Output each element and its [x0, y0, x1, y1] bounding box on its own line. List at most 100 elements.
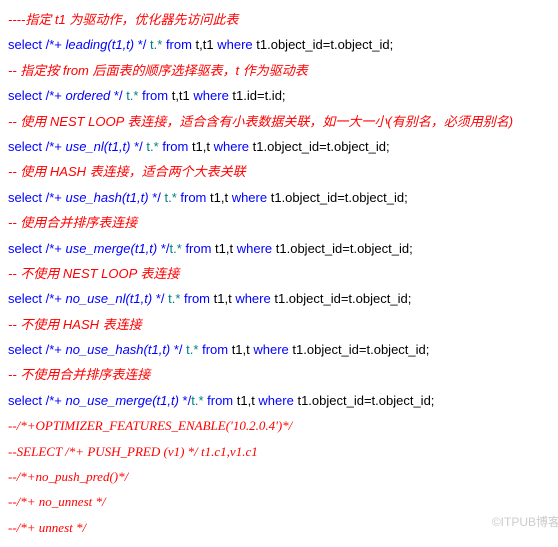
hint-close: */ — [179, 393, 191, 408]
sql-keyword-select: select — [8, 342, 42, 357]
where-condition: t1.object_id=t.object_id; — [253, 37, 394, 52]
hint-text: use_nl(t1,t) — [65, 139, 130, 154]
select-targets: t.* — [191, 393, 207, 408]
hint-text: no_use_merge(t1,t) — [65, 393, 178, 408]
hint-close: */ — [134, 37, 146, 52]
code-line: select /*+ no_use_hash(t1,t) */ t.* from… — [8, 338, 558, 361]
comment-text: ----指定 t1 为驱动作，优化器先访问此表 — [8, 12, 238, 27]
where-condition: t1.id=t.id; — [229, 88, 286, 103]
hint-open: /*+ — [42, 291, 66, 306]
sql-keyword-from: from — [185, 241, 211, 256]
where-condition: t1.object_id=t.object_id; — [271, 291, 412, 306]
table-list: t,t1 — [168, 88, 193, 103]
select-targets: t.* — [161, 190, 181, 205]
code-line: select /*+ use_nl(t1,t) */ t.* from t1,t… — [8, 135, 558, 158]
code-line: -- 不使用 HASH 表连接 — [8, 313, 558, 336]
comment-text: --/*+OPTIMIZER_FEATURES_ENABLE('10.2.0.4… — [8, 418, 292, 433]
sql-keyword-where: where — [235, 291, 270, 306]
sql-keyword-from: from — [142, 88, 168, 103]
code-line: select /*+ leading(t1,t) */ t.* from t,t… — [8, 33, 558, 56]
code-line: -- 指定按 from 后面表的顺序选择驱表，t 作为驱动表 — [8, 59, 558, 82]
comment-text: -- 使用合并排序表连接 — [8, 215, 137, 230]
hint-text: ordered — [65, 88, 110, 103]
comment-text: --SELECT /*+ PUSH_PRED (v1) */ t1.c1,v1.… — [8, 444, 258, 459]
hint-open: /*+ — [42, 241, 66, 256]
sql-keyword-where: where — [217, 37, 252, 52]
sql-keyword-select: select — [8, 241, 42, 256]
where-condition: t1.object_id=t.object_id; — [249, 139, 390, 154]
code-line: --/*+no_push_pred()*/ — [8, 465, 558, 488]
select-targets: t.* — [143, 139, 163, 154]
table-list: t1,t — [211, 241, 236, 256]
table-list: t1,t — [210, 291, 235, 306]
hint-text: no_use_hash(t1,t) — [65, 342, 170, 357]
hint-close: */ — [157, 241, 169, 256]
sql-keyword-from: from — [180, 190, 206, 205]
hint-open: /*+ — [42, 37, 66, 52]
code-line: select /*+ use_hash(t1,t) */ t.* from t1… — [8, 186, 558, 209]
sql-keyword-select: select — [8, 37, 42, 52]
sql-keyword-select: select — [8, 190, 42, 205]
hint-open: /*+ — [42, 190, 66, 205]
code-line: -- 不使用合并排序表连接 — [8, 363, 558, 386]
hint-close: */ — [170, 342, 182, 357]
select-targets: t.* — [183, 342, 203, 357]
table-list: t1,t — [188, 139, 213, 154]
where-condition: t1.object_id=t.object_id; — [294, 393, 435, 408]
code-line: -- 使用 HASH 表连接，适合两个大表关联 — [8, 160, 558, 183]
comment-text: -- 不使用 HASH 表连接 — [8, 317, 142, 332]
sql-keyword-from: from — [166, 37, 192, 52]
sql-keyword-where: where — [258, 393, 293, 408]
code-line: select /*+ use_merge(t1,t) */t.* from t1… — [8, 237, 558, 260]
code-line: select /*+ no_use_merge(t1,t) */t.* from… — [8, 389, 558, 412]
where-condition: t1.object_id=t.object_id; — [267, 190, 408, 205]
hint-text: no_use_nl(t1,t) — [65, 291, 152, 306]
code-line: -- 使用 NEST LOOP 表连接，适合含有小表数据关联，如一大一小(有别名… — [8, 110, 558, 133]
sql-keyword-from: from — [202, 342, 228, 357]
select-targets: t.* — [146, 37, 166, 52]
code-line: -- 不使用 NEST LOOP 表连接 — [8, 262, 558, 285]
comment-text: --/*+ unnest */ — [8, 520, 86, 535]
sql-keyword-from: from — [162, 139, 188, 154]
code-line: select /*+ no_use_nl(t1,t) */ t.* from t… — [8, 287, 558, 310]
select-targets: t.* — [165, 291, 185, 306]
hint-open: /*+ — [42, 342, 66, 357]
sql-keyword-where: where — [237, 241, 272, 256]
code-line: --/*+ no_unnest */ — [8, 490, 558, 513]
code-document: ----指定 t1 为驱动作，优化器先访问此表 select /*+ leadin… — [8, 8, 558, 539]
table-list: t1,t — [233, 393, 258, 408]
hint-open: /*+ — [42, 88, 66, 103]
select-targets: t.* — [123, 88, 143, 103]
comment-text: -- 不使用 NEST LOOP 表连接 — [8, 266, 179, 281]
comment-text: -- 指定按 from 后面表的顺序选择驱表，t 作为驱动表 — [8, 63, 308, 78]
select-targets: t.* — [170, 241, 186, 256]
code-line: --SELECT /*+ PUSH_PRED (v1) */ t1.c1,v1.… — [8, 440, 558, 463]
comment-text: -- 使用 HASH 表连接，适合两个大表关联 — [8, 164, 246, 179]
hint-open: /*+ — [42, 393, 66, 408]
hint-close: */ — [149, 190, 161, 205]
watermark: ©ITPUB博客 — [492, 512, 558, 534]
sql-keyword-where: where — [232, 190, 267, 205]
sql-keyword-where: where — [253, 342, 288, 357]
code-line: --/*+ unnest */ — [8, 516, 558, 539]
sql-keyword-where: where — [214, 139, 249, 154]
comment-text: --/*+no_push_pred()*/ — [8, 469, 128, 484]
sql-keyword-from: from — [184, 291, 210, 306]
hint-text: use_hash(t1,t) — [65, 190, 148, 205]
hint-text: use_merge(t1,t) — [65, 241, 157, 256]
hint-text: leading(t1,t) — [65, 37, 134, 52]
code-line: select /*+ ordered */ t.* from t,t1 wher… — [8, 84, 558, 107]
sql-keyword-where: where — [193, 88, 228, 103]
comment-text: -- 使用 NEST LOOP 表连接，适合含有小表数据关联，如一大一小(有别名… — [8, 114, 513, 129]
sql-keyword-select: select — [8, 291, 42, 306]
hint-open: /*+ — [42, 139, 66, 154]
code-line: ----指定 t1 为驱动作，优化器先访问此表 — [8, 8, 558, 31]
sql-keyword-from: from — [207, 393, 233, 408]
comment-text: -- 不使用合并排序表连接 — [8, 367, 150, 382]
hint-close: */ — [110, 88, 122, 103]
comment-text: --/*+ no_unnest */ — [8, 494, 106, 509]
table-list: t,t1 — [192, 37, 217, 52]
hint-close: */ — [131, 139, 143, 154]
hint-close: */ — [152, 291, 164, 306]
sql-keyword-select: select — [8, 139, 42, 154]
